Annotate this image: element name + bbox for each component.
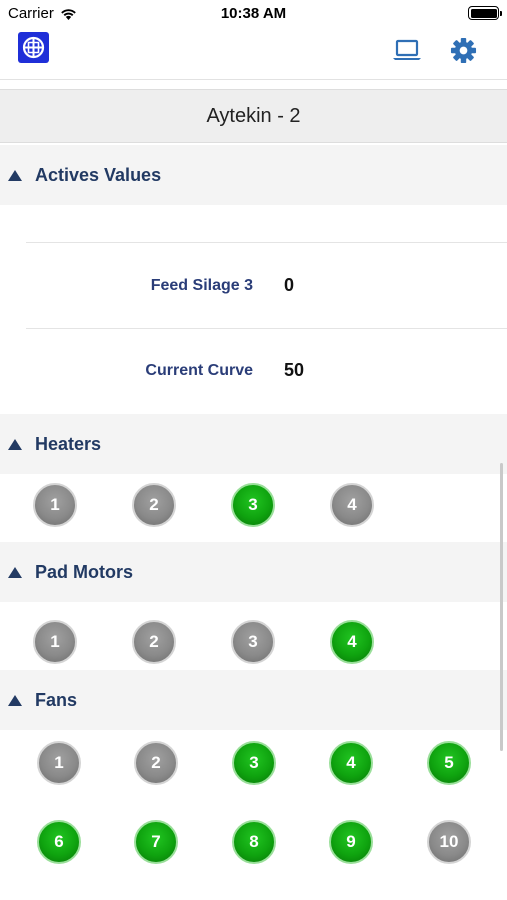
fan-indicator[interactable]: 1 [37,741,81,785]
fan-indicator[interactable]: 9 [329,820,373,864]
scroll-indicator[interactable] [500,463,503,751]
page-title: Aytekin - 2 [0,89,507,143]
collapse-triangle-icon [8,694,22,706]
status-bar: Carrier 10:38 AM [0,0,507,28]
heaters-row: 1 2 3 4 [0,474,507,542]
divider [26,242,507,243]
section-label: Fans [35,689,78,710]
pad-motor-indicator[interactable]: 2 [132,620,176,664]
pad-motor-indicator[interactable]: 4 [330,620,374,664]
laptop-icon[interactable] [392,38,422,67]
heater-indicator[interactable]: 1 [33,483,77,527]
actives-values-list: Feed Silage 2 00000 Feed Silage 3 0 Curr… [0,206,507,414]
fan-indicator[interactable]: 6 [37,820,81,864]
section-header-actives-values[interactable]: Actives Values [0,145,507,205]
fans-grid: 1 2 3 4 5 6 7 8 9 10 [0,730,507,900]
section-label: Actives Values [35,164,162,185]
divider [26,328,507,329]
fan-indicator[interactable]: 2 [134,741,178,785]
section-label: Pad Motors [35,561,134,582]
fan-indicator[interactable]: 8 [232,820,276,864]
fan-indicator[interactable]: 5 [427,741,471,785]
pad-motor-indicator[interactable]: 1 [33,620,77,664]
fan-indicator[interactable]: 3 [232,741,276,785]
value-key: Current Curve [145,362,253,379]
heater-indicator[interactable]: 3 [231,483,275,527]
heater-indicator[interactable]: 2 [132,483,176,527]
value-value: 0 [284,275,295,295]
collapse-triangle-icon [8,566,22,578]
heater-indicator[interactable]: 4 [330,483,374,527]
value-value: 50 [284,360,305,380]
pad-motor-indicator[interactable]: 3 [231,620,275,664]
battery-icon [468,6,502,20]
gear-icon[interactable] [450,37,477,69]
section-label: Heaters [35,433,102,454]
fan-indicator[interactable]: 7 [134,820,178,864]
value-key: Feed Silage 3 [150,277,253,294]
collapse-triangle-icon [8,438,22,450]
value-row-partial: Feed Silage 2 00000 [0,206,507,214]
collapse-triangle-icon [8,169,22,181]
section-header-pad-motors[interactable]: Pad Motors [0,542,507,602]
status-time: 10:38 AM [220,5,287,22]
value-row: Feed Silage 3 0 [0,272,507,302]
value-row: Current Curve 50 [0,357,507,387]
fan-indicator[interactable]: 4 [329,741,373,785]
section-header-fans[interactable]: Fans [0,670,507,730]
app-logo-icon[interactable] [18,32,49,63]
navigation-bar [0,28,507,80]
section-header-heaters[interactable]: Heaters [0,414,507,474]
pad-motors-row: 1 2 3 4 [0,602,507,670]
fan-indicator[interactable]: 10 [427,820,471,864]
